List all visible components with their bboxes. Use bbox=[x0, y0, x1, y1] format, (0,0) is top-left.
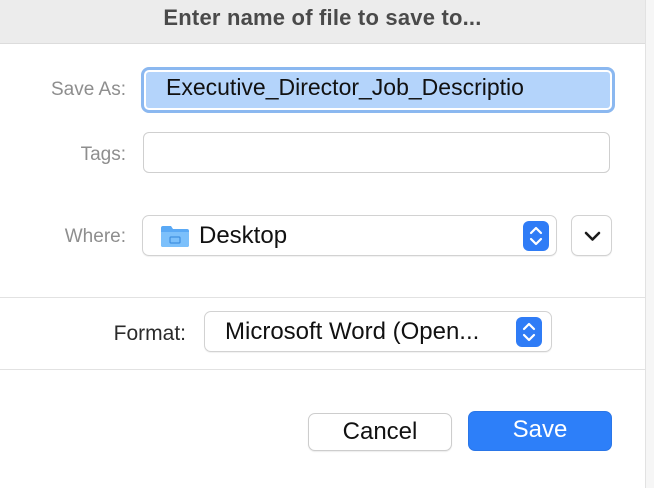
save-as-value: Executive_Director_Job_Descriptio bbox=[146, 72, 610, 108]
tags-label: Tags: bbox=[80, 144, 126, 165]
dialog-title: Enter name of file to save to... bbox=[163, 5, 482, 30]
cancel-button[interactable]: Cancel bbox=[308, 413, 452, 451]
divider bbox=[0, 369, 645, 370]
title-bar: Enter name of file to save to... bbox=[0, 0, 654, 44]
tags-field[interactable] bbox=[143, 132, 610, 173]
save-button[interactable]: Save bbox=[468, 411, 612, 451]
folder-icon bbox=[161, 226, 189, 247]
window-edge bbox=[645, 0, 654, 488]
where-popup[interactable]: Desktop bbox=[142, 215, 557, 256]
format-popup[interactable]: Microsoft Word (Open... bbox=[204, 311, 552, 352]
format-value: Microsoft Word (Open... bbox=[225, 318, 480, 345]
where-value: Desktop bbox=[199, 222, 288, 249]
save-as-field[interactable]: Executive_Director_Job_Descriptio bbox=[141, 67, 615, 113]
divider bbox=[0, 297, 645, 298]
expand-button[interactable] bbox=[571, 215, 612, 256]
where-stepper-icon bbox=[523, 221, 549, 251]
save-dialog: Enter name of file to save to... Save As… bbox=[0, 0, 654, 488]
chevron-down-icon bbox=[584, 231, 601, 241]
save-as-label: Save As: bbox=[51, 79, 126, 100]
format-stepper-icon bbox=[516, 317, 542, 347]
where-label: Where: bbox=[64, 226, 126, 247]
format-label: Format: bbox=[113, 322, 186, 345]
